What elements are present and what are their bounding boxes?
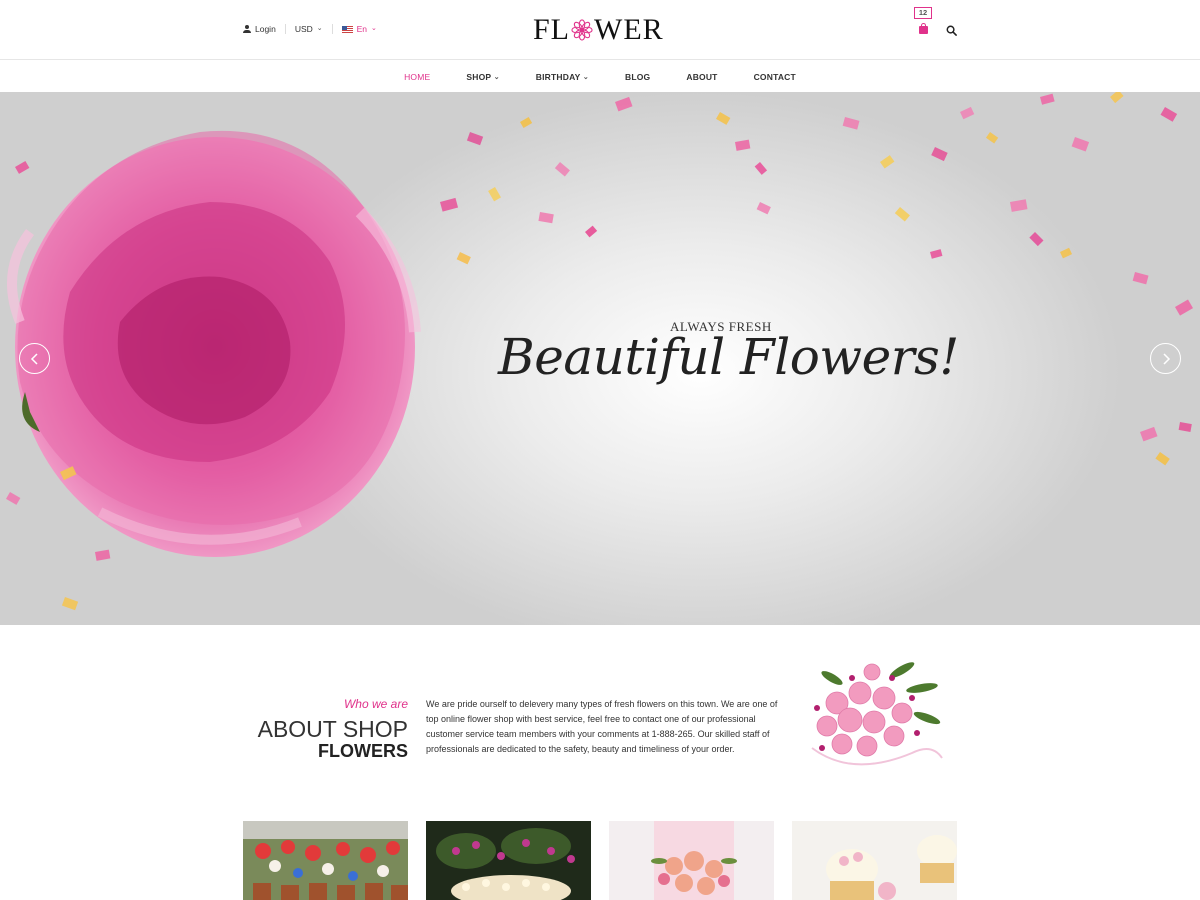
hero-title: Beautiful Flowers! <box>498 328 959 386</box>
slider-next-button[interactable] <box>1150 343 1181 374</box>
cupcakes-picture <box>792 821 957 900</box>
divider <box>331 24 333 34</box>
flower-garden-image[interactable] <box>426 821 591 900</box>
nav-label: CONTACT <box>753 71 796 82</box>
divider <box>284 24 286 34</box>
chevron-down-icon: ⌄ <box>316 25 323 32</box>
chevron-left-icon <box>30 353 38 365</box>
user-icon <box>243 25 251 33</box>
nav-label: HOME <box>404 71 431 82</box>
top-left-links: Login USD ⌄ En ⌄ <box>243 24 377 34</box>
slider-prev-button[interactable] <box>19 343 50 374</box>
flower-garden-picture <box>426 821 591 900</box>
nav-label: SHOP <box>466 71 492 82</box>
top-bar: Login USD ⌄ En ⌄ FL WER 12 <box>0 0 1200 60</box>
nav-label: ABOUT <box>686 71 718 82</box>
currency-dropdown[interactable]: USD ⌄ <box>295 24 323 34</box>
language-label: En <box>356 24 368 34</box>
nav-item-blog[interactable]: BLOG <box>607 72 668 82</box>
main-nav: HOME SHOP ⌄ BIRTHDAY ⌄ BLOG ABOUT CONTAC… <box>0 61 1200 92</box>
nav-item-about[interactable]: ABOUT <box>668 72 735 82</box>
flower-pots-image[interactable] <box>243 821 408 900</box>
chevron-down-icon: ⌄ <box>371 25 377 32</box>
logo-text-start: FL <box>533 13 571 46</box>
nav-label: BIRTHDAY <box>535 71 581 82</box>
nav-label: BLOG <box>625 71 651 82</box>
flower-logo-icon <box>571 19 593 41</box>
currency-label: USD <box>294 24 313 34</box>
bridal-bouquet-picture <box>609 821 774 900</box>
nav-item-shop[interactable]: SHOP ⌄ <box>448 72 517 82</box>
flag-icon <box>341 25 353 33</box>
login-link[interactable]: Login <box>243 24 276 34</box>
about-heading: Who we are ABOUT SHOP FLOWERS <box>243 697 408 761</box>
about-title: ABOUT SHOP <box>257 716 408 742</box>
hero-slider: ALWAYS FRESH Beautiful Flowers! <box>0 92 1200 625</box>
search-icon[interactable] <box>946 25 957 36</box>
gallery <box>243 821 958 900</box>
chevron-down-icon: ⌄ <box>582 73 589 81</box>
bridal-bouquet-image[interactable] <box>609 821 774 900</box>
who-we-are-label: Who we are <box>343 697 408 711</box>
language-dropdown[interactable]: En ⌄ <box>341 24 377 34</box>
chevron-down-icon: ⌄ <box>493 73 500 81</box>
cupcakes-image[interactable] <box>792 821 957 900</box>
login-label: Login <box>255 24 276 34</box>
site-logo[interactable]: FL WER <box>533 13 668 46</box>
nav-item-contact[interactable]: CONTACT <box>736 72 814 82</box>
about-title-strong: FLOWERS <box>318 741 408 761</box>
about-text: We are pride ourself to delevery many ty… <box>426 699 778 754</box>
nav-item-home[interactable]: HOME <box>386 72 448 82</box>
cart-count-badge: 12 <box>914 7 932 19</box>
logo-text-end: WER <box>594 13 664 46</box>
bouquet-image <box>811 662 943 766</box>
bag-icon <box>919 23 928 34</box>
flower-pots-picture <box>243 821 408 900</box>
chevron-right-icon <box>1163 353 1171 365</box>
nav-item-birthday[interactable]: BIRTHDAY ⌄ <box>518 72 607 82</box>
